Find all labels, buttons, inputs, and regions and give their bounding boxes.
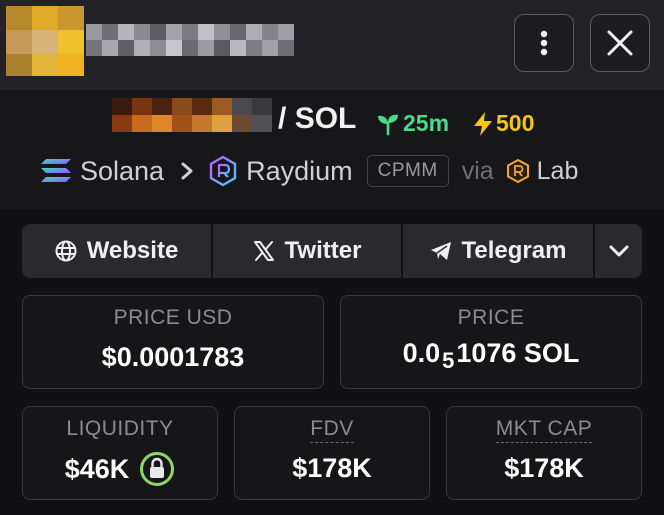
price-usd-card: PRICE USD $0.0001783	[22, 295, 324, 389]
pool-type-badge: CPMM	[366, 155, 449, 187]
launchpad-name[interactable]: Lab	[537, 157, 579, 186]
pair-age: 25m	[376, 110, 449, 137]
chevron-down-icon	[609, 245, 628, 257]
market-cap-card: MKT CAP $178K	[446, 406, 642, 500]
token-header	[0, 0, 664, 90]
raydium-icon	[209, 155, 237, 187]
liquidity-label: LIQUIDITY	[66, 417, 174, 440]
market-cap-value: $178K	[504, 453, 584, 483]
lightning-icon	[474, 111, 492, 136]
chevron-right-icon	[181, 162, 193, 180]
price-native-prefix: 0.0	[402, 338, 441, 368]
telegram-icon	[430, 242, 451, 260]
x-logo-icon	[253, 241, 274, 261]
sprout-icon	[378, 114, 398, 135]
price-native-zero-count: 5	[442, 348, 455, 373]
solana-icon	[41, 159, 71, 182]
price-native-suffix: 1076 SOL	[456, 338, 580, 368]
market-cap-label[interactable]: MKT CAP	[495, 417, 593, 443]
twitter-link[interactable]: Twitter	[213, 224, 401, 278]
token-name-redacted	[86, 24, 294, 56]
boosts-value: 500	[496, 110, 535, 136]
price-usd-value: $0.0001783	[101, 342, 245, 372]
telegram-link[interactable]: Telegram	[403, 224, 593, 278]
close-icon	[607, 30, 633, 56]
pair-info: / SOL 25m 500 Solana Raydium CPMM via La…	[0, 90, 664, 210]
liquidity-value: $46K	[64, 453, 130, 484]
via-label: via	[461, 156, 494, 185]
fdv-label[interactable]: FDV	[310, 417, 354, 443]
vertical-dots-icon	[540, 30, 548, 56]
pair-separator: /	[278, 102, 287, 135]
liquidity-card: LIQUIDITY $46K	[22, 406, 218, 500]
chain-breadcrumb: Solana Raydium CPMM via Lab	[40, 150, 578, 192]
price-usd-label: PRICE USD	[113, 306, 233, 329]
pair-age-value: 25m	[403, 110, 450, 136]
telegram-label: Telegram	[461, 237, 567, 264]
quote-symbol: SOL	[294, 102, 357, 135]
boosts-badge[interactable]: 500	[472, 110, 534, 137]
more-options-button[interactable]	[514, 14, 574, 72]
twitter-label: Twitter	[284, 237, 362, 264]
close-button[interactable]	[590, 14, 650, 72]
social-links: Website Twitter Telegram	[22, 224, 642, 278]
token-avatar	[6, 6, 84, 76]
globe-icon	[55, 240, 77, 262]
website-link[interactable]: Website	[22, 224, 211, 278]
launchlab-icon	[506, 158, 529, 184]
price-native-value: 0.051076 SOL	[402, 338, 580, 373]
chain-name[interactable]: Solana	[80, 156, 164, 187]
lock-icon[interactable]	[139, 451, 175, 487]
fdv-card: FDV $178K	[234, 406, 430, 500]
more-links-button[interactable]	[595, 224, 642, 278]
price-native-card: PRICE 0.051076 SOL	[340, 295, 642, 389]
pair-quote: / SOL	[278, 102, 356, 136]
price-native-label: PRICE	[457, 306, 525, 329]
dex-name[interactable]: Raydium	[246, 156, 353, 187]
fdv-value: $178K	[292, 453, 372, 483]
website-label: Website	[86, 237, 179, 264]
token-ticker-redacted	[112, 98, 272, 132]
